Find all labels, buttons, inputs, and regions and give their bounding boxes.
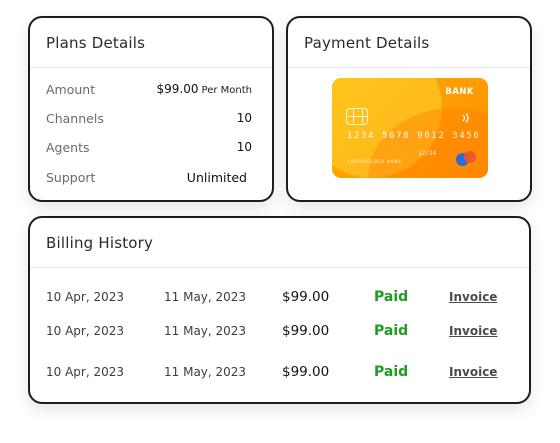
payment-details-title: Payment Details (288, 18, 530, 68)
plans-details-title: Plans Details (30, 18, 272, 68)
billing-start-date: 10 Apr, 2023 (46, 324, 125, 338)
status-badge: Paid (374, 364, 409, 380)
plan-label: Channels (46, 110, 104, 126)
payment-details-card: Payment Details BANK 1234 5678 9012 3456… (286, 16, 532, 202)
card-expiry: 12/24 (418, 150, 437, 157)
billing-amount: $99.00 (282, 364, 330, 380)
status-badge: Paid (374, 323, 409, 339)
billing-amount: $99.00 (282, 289, 330, 305)
billing-end-date: 11 May, 2023 (164, 324, 247, 338)
table-row: 10 Apr, 2023 11 May, 2023 $99.00 Paid In… (30, 362, 529, 382)
plan-label: Support (46, 169, 96, 185)
plans-details-card: Plans Details Amount $99.00 Per Month Cha… (28, 16, 274, 202)
plan-label: Amount (46, 81, 96, 97)
table-row: 10 Apr, 2023 11 May, 2023 $99.00 Paid In… (30, 321, 529, 341)
billing-start-date: 10 Apr, 2023 (46, 290, 125, 304)
plan-amount-value: $99.00 (156, 82, 199, 96)
plan-value: $99.00 Per Month (157, 82, 252, 96)
invoice-link[interactable]: Invoice (449, 287, 497, 307)
plan-row-support: Support Unlimited (46, 168, 247, 186)
invoice-link[interactable]: Invoice (449, 321, 497, 341)
plan-row-channels: Channels 10 (46, 109, 252, 127)
card-holder-name: CARDHOLDER NAME (347, 160, 403, 165)
plan-value: Unlimited (186, 169, 247, 185)
card-number: 1234 5678 9012 3456 (347, 131, 481, 141)
invoice-link[interactable]: Invoice (449, 362, 497, 382)
status-badge: Paid (374, 289, 409, 305)
billing-history-title: Billing History (30, 218, 529, 268)
contactless-icon (462, 113, 469, 123)
plan-row-agents: Agents 10 (46, 138, 252, 156)
plan-amount-period: Per Month (201, 85, 252, 96)
plan-value: 10 (236, 140, 252, 154)
billing-history-card: Billing History 10 Apr, 2023 11 May, 202… (28, 216, 531, 404)
billing-end-date: 11 May, 2023 (164, 290, 247, 304)
card-network-logo (464, 151, 476, 163)
billing-start-date: 10 Apr, 2023 (46, 365, 125, 379)
plan-row-amount: Amount $99.00 Per Month (46, 80, 252, 98)
plan-value: 10 (236, 111, 252, 125)
billing-end-date: 11 May, 2023 (164, 365, 247, 379)
chip-icon (346, 108, 368, 125)
card-bank-name: BANK (445, 87, 474, 97)
plan-label: Agents (46, 139, 90, 155)
billing-amount: $99.00 (282, 323, 330, 339)
credit-card[interactable]: BANK 1234 5678 9012 3456 12/24 CARDHOLDE… (332, 78, 488, 178)
table-row: 10 Apr, 2023 11 May, 2023 $99.00 Paid In… (30, 287, 529, 307)
